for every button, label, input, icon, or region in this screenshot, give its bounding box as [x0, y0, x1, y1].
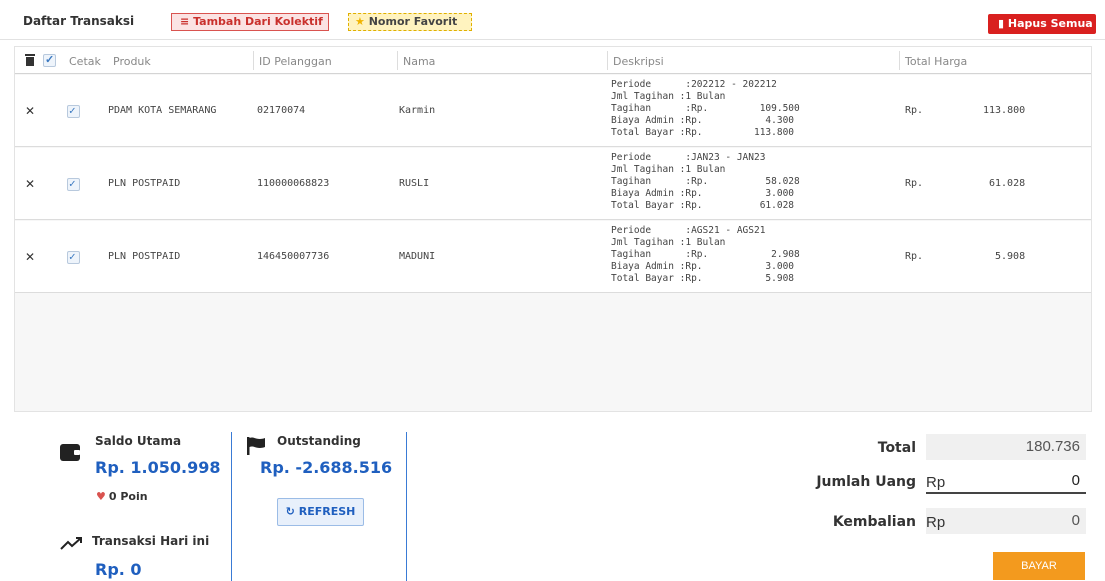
table-row: ✕ PLN POSTPAID 146450007736 MADUNI Perio… — [15, 221, 1091, 293]
nama-cell: MADUNI — [399, 251, 436, 262]
deskripsi-cell: Periode :202212 - 202212 Jml Tagihan :1 … — [611, 79, 800, 138]
cetak-checkbox[interactable] — [67, 104, 80, 118]
total-harga-cell: 5.908 — [995, 251, 1026, 262]
transaksi-hari-ini-value: Rp. 0 — [95, 560, 142, 579]
poin-badge: ♥ 0 Poin — [96, 490, 148, 503]
remove-row-icon[interactable]: ✕ — [25, 250, 35, 264]
produk-cell: PLN POSTPAID — [108, 251, 181, 262]
list-icon: ≡ — [180, 15, 190, 28]
total-label: Total — [877, 440, 916, 456]
col-id-pelanggan: ID Pelanggan — [259, 55, 332, 68]
refresh-button[interactable]: ↻ REFRESH — [277, 498, 364, 526]
total-harga-cell: 113.800 — [983, 105, 1026, 116]
nomor-favorit-label: Nomor Favorit — [368, 15, 458, 28]
poin-value: 0 Poin — [108, 490, 148, 503]
nama-cell: Karmin — [399, 105, 436, 116]
col-total-harga: Total Harga — [905, 55, 968, 68]
top-bar: Daftar Transaksi ≡ Tambah Dari Kolektif … — [0, 0, 1105, 40]
refresh-label: REFRESH — [298, 505, 356, 518]
deskripsi-cell: Periode :AGS21 - AGS21 Jml Tagihan :1 Bu… — [611, 225, 800, 284]
total-rp-cell: Rp. — [905, 105, 924, 116]
total-rp-cell: Rp. — [905, 251, 924, 262]
trending-up-icon — [60, 537, 82, 550]
kembalian-value-box: 0 — [926, 508, 1086, 534]
deskripsi-cell: Periode :JAN23 - JAN23 Jml Tagihan :1 Bu… — [611, 152, 800, 211]
tambah-kolektif-label: Tambah Dari Kolektif — [193, 15, 323, 28]
table-row: ✕ PLN POSTPAID 110000068823 RUSLI Period… — [15, 148, 1091, 220]
summary-footer: Saldo Utama Rp. 1.050.998 ♥ 0 Poin Transa… — [0, 418, 1105, 581]
total-rp-cell: Rp. — [905, 178, 924, 189]
bayar-button[interactable]: BAYAR — [993, 552, 1085, 580]
outstanding-label: Outstanding — [277, 434, 361, 448]
hapus-semua-label: Hapus Semua — [1007, 17, 1093, 30]
bayar-label: BAYAR — [1021, 560, 1057, 572]
jumlah-uang-value: 0 — [1071, 472, 1080, 489]
col-nama: Nama — [403, 55, 436, 68]
produk-cell: PLN POSTPAID — [108, 178, 181, 189]
id-pelanggan-cell: 02170074 — [257, 105, 306, 116]
trash-icon[interactable] — [25, 54, 35, 66]
id-pelanggan-cell: 110000068823 — [257, 178, 330, 189]
tambah-kolektif-button[interactable]: ≡ Tambah Dari Kolektif — [171, 13, 329, 31]
heart-icon: ♥ — [96, 490, 106, 503]
wallet-icon — [60, 444, 80, 461]
flag-icon — [247, 437, 265, 455]
select-all-checkbox[interactable] — [43, 53, 56, 67]
kembalian-label: Kembalian — [832, 514, 916, 530]
table-row: ✕ PDAM KOTA SEMARANG 02170074 Karmin Per… — [15, 75, 1091, 147]
saldo-utama-label: Saldo Utama — [95, 434, 182, 448]
trash-icon: ▮ — [998, 17, 1005, 30]
remove-row-icon[interactable]: ✕ — [25, 104, 35, 118]
nama-cell: RUSLI — [399, 178, 430, 189]
saldo-utama-value: Rp. 1.050.998 — [95, 458, 221, 477]
transaction-table: Cetak Produk ID Pelanggan Nama Deskripsi… — [14, 46, 1092, 412]
jumlah-uang-rp: Rp — [926, 474, 946, 491]
kembalian-value: 0 — [1071, 512, 1080, 529]
col-deskripsi: Deskripsi — [613, 55, 664, 68]
cetak-checkbox[interactable] — [67, 250, 80, 264]
id-pelanggan-cell: 146450007736 — [257, 251, 330, 262]
kembalian-rp: Rp — [926, 514, 946, 531]
transaksi-hari-ini-label: Transaksi Hari ini — [92, 534, 210, 548]
hapus-semua-button[interactable]: ▮ Hapus Semua — [988, 14, 1096, 34]
col-cetak: Cetak — [69, 55, 101, 68]
nomor-favorit-button[interactable]: ★ Nomor Favorit — [348, 13, 472, 31]
col-produk: Produk — [113, 55, 151, 68]
page-title: Daftar Transaksi — [23, 14, 135, 28]
jumlah-uang-input[interactable]: 0 — [926, 468, 1086, 494]
total-value-box: 180.736 — [926, 434, 1086, 460]
produk-cell: PDAM KOTA SEMARANG — [108, 105, 217, 116]
refresh-icon: ↻ — [285, 505, 295, 518]
outstanding-value: Rp. -2.688.516 — [260, 458, 393, 477]
table-header: Cetak Produk ID Pelanggan Nama Deskripsi… — [15, 47, 1091, 74]
star-icon: ★ — [355, 15, 365, 28]
jumlah-uang-label: Jumlah Uang — [816, 474, 916, 490]
remove-row-icon[interactable]: ✕ — [25, 177, 35, 191]
total-value: 180.736 — [1025, 438, 1080, 455]
total-harga-cell: 61.028 — [989, 178, 1026, 189]
cetak-checkbox[interactable] — [67, 177, 80, 191]
